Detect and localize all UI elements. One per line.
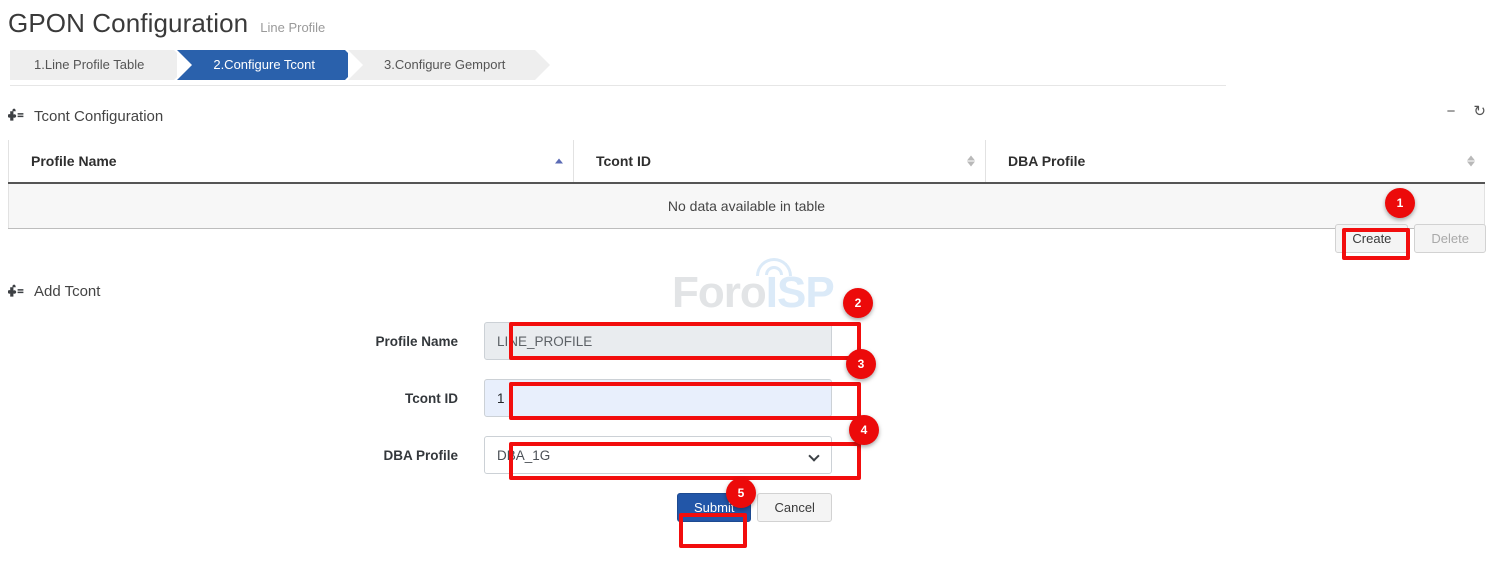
profile-name-label: Profile Name xyxy=(0,334,484,349)
panel-tools: − ↻ xyxy=(1447,104,1486,119)
table-column-tcont-id[interactable]: Tcont ID xyxy=(574,140,986,183)
tcont-id-label: Tcont ID xyxy=(0,391,484,406)
table-column-label: Tcont ID xyxy=(596,153,651,169)
submit-button[interactable]: Submit xyxy=(677,493,751,522)
tcont-table: Profile Name Tcont ID DBA Profile No dat xyxy=(8,140,1485,229)
table-column-profile-name[interactable]: Profile Name xyxy=(9,140,574,183)
header-divider xyxy=(10,85,1226,86)
wizard-steps: 1.Line Profile Table 2.Configure Tcont 3… xyxy=(10,50,538,80)
gpon-configuration-page: GPON Configuration Line Profile 1.Line P… xyxy=(0,0,1500,574)
table-empty-message: No data available in table xyxy=(9,183,1485,229)
form-row-dba-profile: DBA Profile DBA_1G xyxy=(0,436,1500,474)
table-column-label: DBA Profile xyxy=(1008,153,1085,169)
form-row-profile-name: Profile Name xyxy=(0,322,1500,360)
profile-name-control xyxy=(484,322,832,360)
profile-name-input[interactable] xyxy=(484,322,832,360)
tcont-id-control xyxy=(484,379,832,417)
table-column-dba-profile[interactable]: DBA Profile xyxy=(986,140,1485,183)
table-header-row: Profile Name Tcont ID DBA Profile xyxy=(9,140,1485,183)
foroisp-watermark: ForoISP xyxy=(672,268,834,318)
form-buttons: Submit Cancel xyxy=(677,493,1500,522)
table-action-buttons: Create Delete xyxy=(1335,224,1486,253)
puzzle-piece-icon xyxy=(8,284,24,300)
sort-toggle-icon[interactable] xyxy=(1467,155,1475,168)
tcont-configuration-panel: Tcont Configuration − ↻ Profile Name Tco… xyxy=(8,96,1492,229)
dba-profile-select[interactable]: DBA_1G xyxy=(484,436,832,474)
wizard-step-label: 3.Configure Gemport xyxy=(384,57,505,72)
wizard-step-label: 2.Configure Tcont xyxy=(213,57,315,72)
minimize-icon[interactable]: − xyxy=(1447,104,1456,119)
watermark-signal-arc-inner xyxy=(765,266,783,275)
add-tcont-header: Add Tcont xyxy=(8,283,100,300)
sort-ascending-icon[interactable] xyxy=(555,158,563,165)
page-header: GPON Configuration Line Profile xyxy=(8,8,325,39)
watermark-text-foro: Foro xyxy=(672,268,766,317)
refresh-icon[interactable]: ↻ xyxy=(1473,104,1486,119)
wizard-step-label: 1.Line Profile Table xyxy=(34,57,144,72)
tcont-id-input[interactable] xyxy=(484,379,832,417)
panel-header: Tcont Configuration − ↻ xyxy=(8,96,1492,136)
add-tcont-title: Add Tcont xyxy=(34,283,100,300)
wizard-step-configure-tcont[interactable]: 2.Configure Tcont xyxy=(177,50,345,80)
annotation-badge-2: 2 xyxy=(843,288,873,318)
create-button[interactable]: Create xyxy=(1335,224,1408,253)
sort-toggle-icon[interactable] xyxy=(967,155,975,168)
delete-button: Delete xyxy=(1414,224,1486,253)
dba-profile-label: DBA Profile xyxy=(0,448,484,463)
watermark-signal-arc-outer xyxy=(756,258,792,276)
dba-profile-control: DBA_1G xyxy=(484,436,832,474)
watermark-text-isp: ISP xyxy=(766,268,834,317)
add-tcont-form: Profile Name Tcont ID DBA Profile DBA_1G… xyxy=(0,322,1500,522)
page-title: GPON Configuration xyxy=(8,8,248,39)
form-row-tcont-id: Tcont ID xyxy=(0,379,1500,417)
page-subtitle: Line Profile xyxy=(260,20,325,35)
wizard-step-configure-gemport[interactable]: 3.Configure Gemport xyxy=(348,50,535,80)
table-column-label: Profile Name xyxy=(31,153,117,169)
table-empty-row: No data available in table xyxy=(9,183,1485,229)
cancel-button[interactable]: Cancel xyxy=(757,493,831,522)
wizard-step-line-profile-table[interactable]: 1.Line Profile Table xyxy=(10,50,174,80)
panel-title: Tcont Configuration xyxy=(34,108,163,125)
puzzle-piece-icon xyxy=(8,108,24,124)
